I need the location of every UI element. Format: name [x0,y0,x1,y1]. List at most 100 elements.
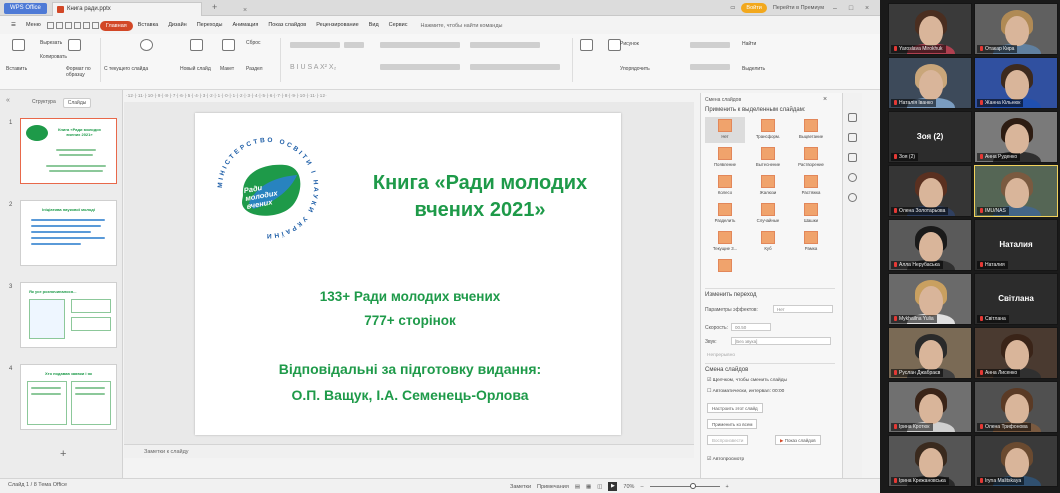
tab-outline[interactable]: Структура [28,98,60,108]
maximize-icon[interactable]: □ [846,5,856,12]
zoom-in-icon[interactable]: + [726,484,729,490]
comments-toggle[interactable]: Примечания [537,484,569,490]
slideshow-play-icon[interactable]: ▶ [608,482,618,491]
current-slide[interactable]: МІНІСТЕРСТВО ОСВІТИ І НАУКИ УКРАЇНИ Ради… [195,113,621,435]
quick-access-icon[interactable] [64,22,72,29]
menu-item-6[interactable]: Показ слайдов [263,17,311,34]
slide-thumbnail-3[interactable]: Як усе розпочиналося... [20,282,117,348]
slide-canvas[interactable]: МІНІСТЕРСТВО ОСВІТИ І НАУКИ УКРАЇНИ Ради… [124,102,694,444]
cut-button[interactable]: Вырезать [40,40,62,46]
participant-tile[interactable]: Ірина Крежановська [888,435,972,487]
participant-tile[interactable]: IMU/NAS [974,165,1058,217]
minimize-icon[interactable]: – [830,5,840,12]
menu-item-7[interactable]: Рецензирование [311,17,363,34]
history-icon[interactable] [848,173,857,182]
new-tab-icon[interactable]: + [212,2,217,12]
settings-icon[interactable] [848,193,857,202]
shape-fill-tool[interactable] [690,42,730,48]
menu-item-0[interactable]: Меню [21,17,46,34]
from-current-slide-icon[interactable] [140,39,153,51]
login-button[interactable]: Войти [741,3,767,13]
new-slide-label[interactable]: Новый слайд [180,66,211,72]
slide-notes-bar[interactable]: Заметки к слайду [124,444,694,458]
transition-option-9[interactable]: Разделить [705,201,745,227]
menu-item-1[interactable]: Главная [99,20,133,31]
textbox-icon[interactable] [580,39,593,51]
quick-access-icon[interactable] [46,22,54,29]
participant-tile[interactable]: Mykhailna Yulia [888,273,972,325]
quick-access-icon[interactable] [82,22,90,29]
command-search[interactable]: Нажмите, чтобы найти команды [421,23,503,29]
copy-button[interactable]: Копировать [40,54,67,60]
apply-master-button[interactable]: Настроить этот слайд [707,403,763,413]
select-button[interactable]: Выделить [742,66,765,72]
responsible-heading[interactable]: Відповідальні за підготовку видання: [215,361,605,377]
responsible-names[interactable]: О.П. Ващук, І.А. Семенець-Орлова [215,387,605,403]
collapse-panel-icon[interactable]: « [6,97,10,104]
paragraph-tools[interactable] [380,42,460,48]
participant-tile[interactable]: Жанна Кільнюк [974,57,1058,109]
transition-option-7[interactable]: Жалюзи [748,173,788,199]
transition-option-15[interactable] [705,257,745,283]
document-tab[interactable]: Книга ради.pptx × [52,2,247,16]
normal-view-icon[interactable]: ▤ [575,484,580,490]
alignment-tools[interactable] [380,64,460,70]
premium-link[interactable]: Перейти в Премиум [773,5,824,11]
speed-input[interactable]: 00.50 [731,323,771,331]
slide-thumbnail-4[interactable]: Хто подавав заявки і як [20,364,117,430]
slide-title[interactable]: Книга «Ради молодих вчених 2021» [345,170,615,224]
close-window-icon[interactable]: × [862,5,872,12]
close-tab-icon[interactable]: × [243,4,247,17]
section-button[interactable]: Раздел [246,66,263,72]
zoom-slider-knob[interactable] [689,483,696,489]
shape-outline-tool[interactable] [690,64,730,70]
menu-item-9[interactable]: Сервис [384,17,413,34]
transition-option-6[interactable]: Колесо [705,173,745,199]
participant-tile[interactable]: Руслан Джабраєв [888,327,972,379]
auto-advance-checkbox[interactable]: ☐ Автоматически, интервал: 00:00 [707,389,784,394]
menu-item-4[interactable]: Переходы [192,17,228,34]
transition-option-10[interactable]: Случайные [748,201,788,227]
transition-option-8[interactable]: Растяжка [791,173,831,199]
layout-icon[interactable] [222,39,235,51]
quick-access-icon[interactable] [55,22,63,29]
slide-thumbnail-1[interactable]: Книга «Ради молодих вчених 2021» [20,118,117,184]
transition-option-2[interactable]: Выцветание [791,117,831,143]
transition-option-13[interactable]: Куб [748,229,788,255]
participant-tile[interactable]: Олена Трифонова [974,381,1058,433]
font-size-box[interactable] [344,42,364,48]
picture-button[interactable]: Рисунок [620,41,639,47]
notes-toggle[interactable]: Заметки [510,484,531,490]
participant-tile[interactable]: Yaroslava Mirokhuk [888,3,972,55]
horizontal-ruler[interactable]: ·12·|·11·|·10·|·9·|·8·|·7·|·6·|·5·|·4·|·… [126,93,692,101]
sorter-view-icon[interactable]: ▦ [586,484,591,490]
stat-pages[interactable]: 777+ сторінок [255,313,565,328]
participant-tile[interactable]: Анна Руденко [974,111,1058,163]
participant-tile[interactable]: Зоя (2) Зоя (2) [888,111,972,163]
format-painter-icon[interactable] [68,39,81,51]
transition-option-0[interactable]: Нет [705,117,745,143]
slide-thumbnail-2[interactable]: Ініціатива наукової молоді [20,200,117,266]
animation-icon[interactable] [848,133,857,142]
play-button[interactable]: Воспроизвести [707,435,749,445]
participant-tile[interactable]: Олена Золотарьова [888,165,972,217]
menu-item-5[interactable]: Анимация [228,17,264,34]
font-format-buttons[interactable]: B I U S A X² X₂ [290,64,336,71]
transition-option-11[interactable]: Шашки [791,201,831,227]
participant-tile[interactable]: Отакар Кира [974,3,1058,55]
slideshow-button[interactable]: ▶ Показ слайдов [775,435,821,445]
autopreview-checkbox[interactable]: ☑ Автопросмотр [707,457,744,462]
participant-tile[interactable]: Наталия Наталия [974,219,1058,271]
transition-option-4[interactable]: Вытеснение [748,145,788,171]
participant-tile[interactable]: Наталія Іванко [888,57,972,109]
new-slide-icon[interactable] [190,39,203,51]
auto-advance-value[interactable]: 00:00 [772,389,784,394]
transition-option-1[interactable]: Трансформ. [748,117,788,143]
on-click-checkbox[interactable]: ☑ Щелчком, чтобы сменить слайды [707,378,787,383]
layout-label[interactable]: Макет [220,66,234,72]
quick-access-icon[interactable] [91,22,99,29]
participant-tile[interactable]: Алла Нерубаська [888,219,972,271]
close-pane-icon[interactable]: × [823,96,827,103]
quick-access-icon[interactable] [73,22,81,29]
reading-view-icon[interactable]: ◫ [597,484,602,490]
